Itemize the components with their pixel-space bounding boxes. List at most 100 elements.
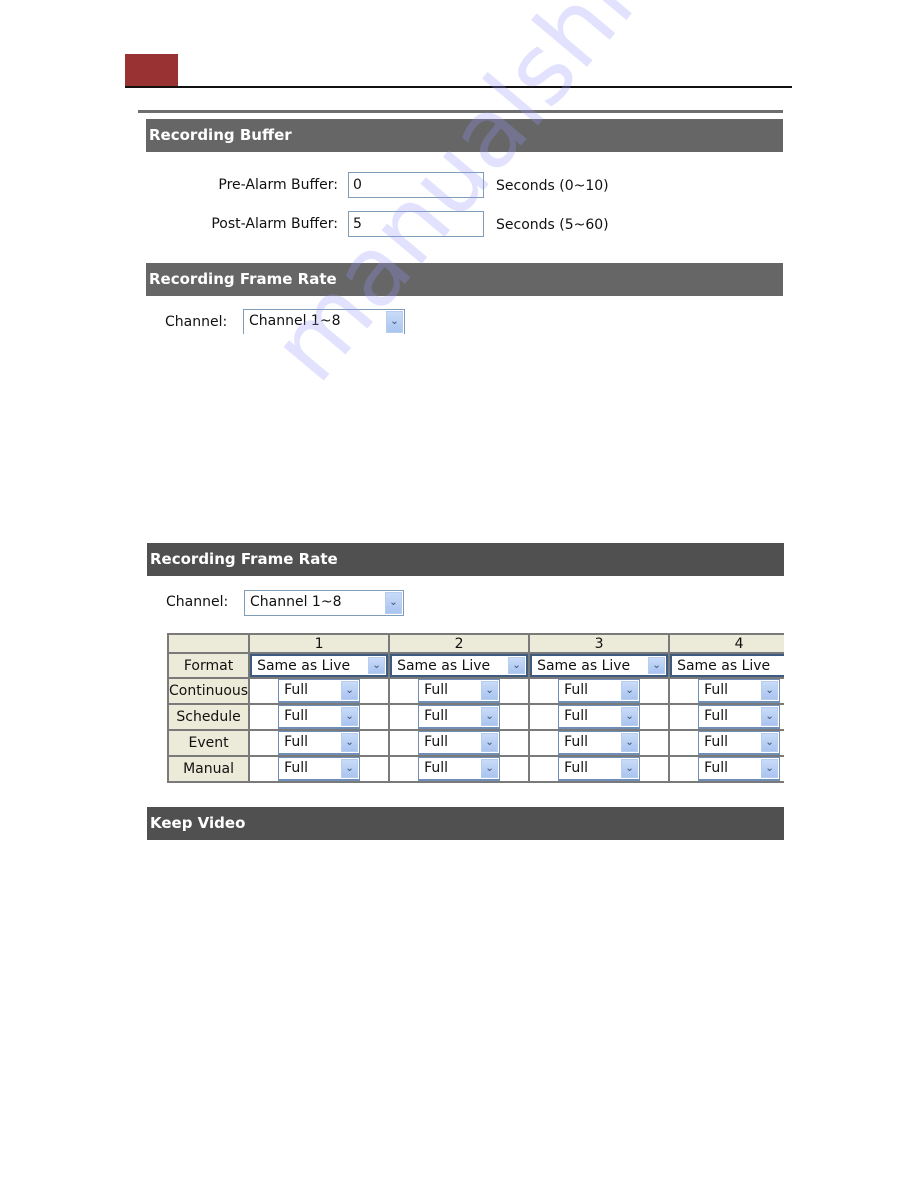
select-value: Same as Live bbox=[397, 658, 491, 674]
select-value: Full bbox=[284, 734, 309, 750]
format-select[interactable]: Same as Live⌄ bbox=[670, 654, 784, 677]
chevron-down-icon[interactable]: ⌄ bbox=[761, 681, 779, 700]
pre-alarm-buffer-label: Pre-Alarm Buffer: bbox=[218, 177, 338, 193]
select-value: Full bbox=[564, 734, 589, 750]
pre-alarm-buffer-input[interactable] bbox=[348, 172, 484, 198]
select-value: Full bbox=[424, 734, 449, 750]
table-cell: Same as Live⌄ bbox=[248, 652, 391, 679]
chevron-down-icon[interactable]: ⌄ bbox=[341, 759, 359, 778]
frame-rate-select[interactable]: Full ⌄ bbox=[418, 705, 501, 729]
chevron-down-icon[interactable]: ⌄ bbox=[508, 657, 526, 674]
row-header: Schedule bbox=[166, 703, 251, 731]
frame-rate-table: 1 2 3 4 Format Same as Live ⌄ Same as Live ⌄… bbox=[166, 633, 784, 783]
select-value: Full bbox=[424, 682, 449, 698]
page-header-rule bbox=[125, 86, 792, 88]
chevron-down-icon[interactable]: ⌄ bbox=[761, 707, 779, 726]
select-value: Full bbox=[564, 760, 589, 776]
section-header-recording-frame-rate: Recording Frame Rate bbox=[146, 263, 783, 296]
table-cell: Full ⌄ bbox=[528, 703, 671, 731]
frame-rate-select[interactable]: Full ⌄ bbox=[698, 731, 781, 755]
select-value: Full bbox=[284, 682, 309, 698]
chevron-down-icon[interactable]: ⌄ bbox=[621, 733, 639, 752]
channel-select-value: Channel 1~8 bbox=[250, 594, 342, 610]
post-alarm-buffer-input[interactable] bbox=[348, 211, 484, 237]
table-cell: Full ⌄ bbox=[248, 677, 391, 705]
column-header-channel-3: 3 bbox=[528, 633, 671, 654]
chevron-down-icon[interactable]: ⌄ bbox=[481, 759, 499, 778]
frame-rate-select[interactable]: Full ⌄ bbox=[418, 679, 501, 703]
table-header-row: 1 2 3 4 bbox=[166, 633, 784, 654]
chevron-down-icon[interactable]: ⌄ bbox=[621, 759, 639, 778]
format-select[interactable]: Same as Live ⌄ bbox=[530, 654, 669, 677]
channel-select-value: Channel 1~8 bbox=[249, 313, 341, 329]
channel-select[interactable]: Channel 1~8 ⌄ bbox=[243, 309, 405, 334]
row-header: Manual bbox=[166, 755, 251, 783]
column-header-channel-4: 4 bbox=[668, 633, 784, 654]
chevron-down-icon[interactable]: ⌄ bbox=[481, 733, 499, 752]
format-select[interactable]: Same as Live ⌄ bbox=[390, 654, 529, 677]
select-value: Full bbox=[284, 760, 309, 776]
page-header-accent-block bbox=[125, 54, 178, 87]
format-select[interactable]: Same as Live⌄ bbox=[250, 654, 389, 677]
chevron-down-icon[interactable]: ⌄ bbox=[761, 733, 779, 752]
row-header: Continuous bbox=[166, 677, 251, 705]
frame-rate-select[interactable]: Full ⌄ bbox=[278, 757, 361, 781]
chevron-down-icon[interactable]: ⌄ bbox=[341, 681, 359, 700]
chevron-down-icon[interactable]: ⌄ bbox=[385, 592, 402, 614]
table-cell: Same as Live ⌄ bbox=[388, 652, 531, 679]
section-header-recording-frame-rate: Recording Frame Rate bbox=[147, 543, 784, 576]
post-alarm-buffer-label: Post-Alarm Buffer: bbox=[211, 216, 338, 232]
frame-rate-select[interactable]: Full ⌄ bbox=[698, 757, 781, 781]
table-row: Format Same as Live ⌄ Same as Live ⌄ Same as … bbox=[166, 652, 784, 679]
chevron-down-icon[interactable]: ⌄ bbox=[481, 681, 499, 700]
table-cell: Full ⌄ bbox=[528, 755, 671, 783]
frame-rate-select[interactable]: Full ⌄ bbox=[278, 705, 361, 729]
frame-rate-select[interactable]: Full ⌄ bbox=[278, 731, 361, 755]
select-value: Full bbox=[284, 708, 309, 724]
channel-select[interactable]: Channel 1~8 ⌄ bbox=[244, 590, 404, 616]
screenshot-recording-frame-rate: Recording Frame Rate Channel: Channel 1~… bbox=[147, 543, 784, 843]
select-value: Full bbox=[704, 760, 729, 776]
frame-rate-select[interactable]: Full ⌄ bbox=[418, 731, 501, 755]
table-cell: Full ⌄ bbox=[668, 729, 784, 757]
select-value: Full bbox=[704, 682, 729, 698]
table-cell: Full ⌄ bbox=[248, 729, 391, 757]
chevron-down-icon[interactable]: ⌄ bbox=[648, 657, 666, 674]
frame-rate-select[interactable]: Full ⌄ bbox=[558, 705, 641, 729]
row-header: Format bbox=[166, 652, 251, 679]
frame-rate-select[interactable]: Full ⌄ bbox=[558, 731, 641, 755]
chevron-down-icon[interactable]: ⌄ bbox=[341, 733, 359, 752]
screenshot-recording-buffer: Recording Buffer Pre-Alarm Buffer: Secon… bbox=[138, 108, 784, 334]
frame-rate-select[interactable]: Full ⌄ bbox=[698, 679, 781, 703]
table-row: Continuous Full ⌄ Full ⌄ Full ⌄ Full ⌄ bbox=[166, 677, 784, 705]
table-row: Schedule Full ⌄ Full ⌄ Full ⌄ Full ⌄ bbox=[166, 703, 784, 731]
section-header-keep-video: Keep Video bbox=[147, 807, 784, 840]
table-cell: Full ⌄ bbox=[388, 729, 531, 757]
table-cell: Full ⌄ bbox=[388, 677, 531, 705]
column-header-channel-1: 1 bbox=[248, 633, 391, 654]
frame-rate-select[interactable]: Full ⌄ bbox=[418, 757, 501, 781]
select-value: Same as Live bbox=[537, 658, 631, 674]
select-value: Same as Live bbox=[677, 658, 771, 674]
chevron-down-icon[interactable]: ⌄ bbox=[481, 707, 499, 726]
chevron-down-icon[interactable]: ⌄ bbox=[761, 759, 779, 778]
chevron-down-icon[interactable]: ⌄ bbox=[621, 681, 639, 700]
chevron-down-icon[interactable]: ⌄ bbox=[621, 707, 639, 726]
table-cell: Same as Live ⌄ bbox=[528, 652, 671, 679]
chevron-down-icon[interactable]: ⌄ bbox=[368, 657, 386, 674]
divider bbox=[138, 110, 783, 113]
table-cell: Full ⌄ bbox=[248, 755, 391, 783]
table-row: Event Full ⌄ Full ⌄ Full ⌄ Full ⌄ bbox=[166, 729, 784, 757]
table-cell: Full ⌄ bbox=[388, 703, 531, 731]
frame-rate-select[interactable]: Full ⌄ bbox=[558, 679, 641, 703]
table-cell: Same as Live⌄ bbox=[668, 652, 784, 679]
frame-rate-select[interactable]: Full ⌄ bbox=[278, 679, 361, 703]
column-header-channel-2: 2 bbox=[388, 633, 531, 654]
frame-rate-select[interactable]: Full ⌄ bbox=[558, 757, 641, 781]
post-alarm-buffer-unit: Seconds (5~60) bbox=[496, 217, 609, 233]
chevron-down-icon[interactable]: ⌄ bbox=[386, 311, 403, 333]
chevron-down-icon[interactable]: ⌄ bbox=[341, 707, 359, 726]
row-header: Event bbox=[166, 729, 251, 757]
table-cell: Full ⌄ bbox=[388, 755, 531, 783]
frame-rate-select[interactable]: Full ⌄ bbox=[698, 705, 781, 729]
